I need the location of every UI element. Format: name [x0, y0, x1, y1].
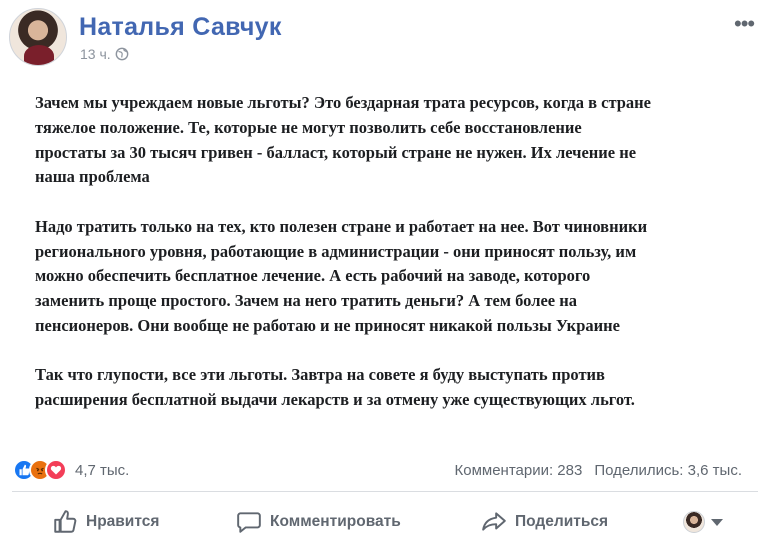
- author-name[interactable]: Наталья Савчук: [79, 13, 282, 42]
- reactions-summary[interactable]: 4,7 тыс.: [13, 459, 129, 481]
- post-body: Зачем мы учреждаем новые льготы? Это без…: [35, 91, 735, 438]
- text-line: Зачем мы учреждаем новые льготы? Это без…: [35, 93, 652, 112]
- avatar: [683, 511, 705, 533]
- comments-count[interactable]: Комментарии: 283: [455, 462, 583, 479]
- text-line: заменить проще простого. Зачем на него т…: [35, 291, 577, 311]
- text-line: можно обеспечить бесплатное лечение. А е…: [35, 266, 591, 286]
- options-icon[interactable]: •••: [734, 13, 758, 38]
- share-arrow-icon: [482, 512, 506, 531]
- like-label: Нравится: [86, 513, 160, 530]
- chevron-down-icon: [711, 518, 723, 526]
- text-line: тяжелое положение. Те, которые не могут …: [35, 117, 582, 137]
- action-bar: Нравится Комментировать Поделиться: [0, 502, 770, 542]
- post-time[interactable]: 13 ч.: [80, 46, 111, 62]
- text-line: наша проблема: [35, 167, 150, 187]
- text-line: регионального уровня, работающие в админ…: [35, 241, 637, 261]
- share-label: Поделиться: [515, 513, 609, 530]
- shares-count[interactable]: Поделились: 3,6 тыс.: [594, 462, 742, 479]
- react-as-selector[interactable]: [683, 502, 723, 542]
- author-avatar[interactable]: [9, 8, 67, 66]
- divider: [12, 491, 758, 492]
- post-stats: Комментарии: 283 Поделились: 3,6 тыс.: [455, 462, 743, 479]
- post-paragraph: Так что глупости, все эти льготы. Завтра…: [35, 363, 735, 413]
- love-reaction-icon: [45, 459, 67, 481]
- post-meta: 13 ч.: [80, 46, 129, 62]
- like-button[interactable]: Нравится: [52, 502, 159, 542]
- reactions-count[interactable]: 4,7 тыс.: [75, 462, 129, 479]
- post-paragraph: Надо тратить только на тех, кто полезен …: [35, 215, 735, 339]
- text-line: Так что глупости, все эти льготы. Завтра…: [35, 365, 605, 385]
- share-button[interactable]: Поделиться: [481, 502, 608, 542]
- text-line: Надо тратить только на тех, кто полезен …: [35, 216, 648, 236]
- thumbs-up-icon: [54, 510, 77, 533]
- globe-icon: [115, 47, 129, 61]
- comment-bubble-icon: [237, 512, 261, 533]
- text-line: простаты за 30 тысяч гривен - балласт, к…: [35, 142, 637, 162]
- post-header: Наталья Савчук 13 ч. •••: [0, 0, 770, 72]
- text-line: пенсионеров. Они вообще не работаю и не …: [35, 315, 620, 335]
- comment-button[interactable]: Комментировать: [236, 502, 401, 542]
- text-line: расширения бесплатной выдачи лекарств и …: [35, 390, 635, 410]
- post-paragraph: Зачем мы учреждаем новые льготы? Это без…: [35, 91, 735, 190]
- comment-label: Комментировать: [270, 513, 401, 530]
